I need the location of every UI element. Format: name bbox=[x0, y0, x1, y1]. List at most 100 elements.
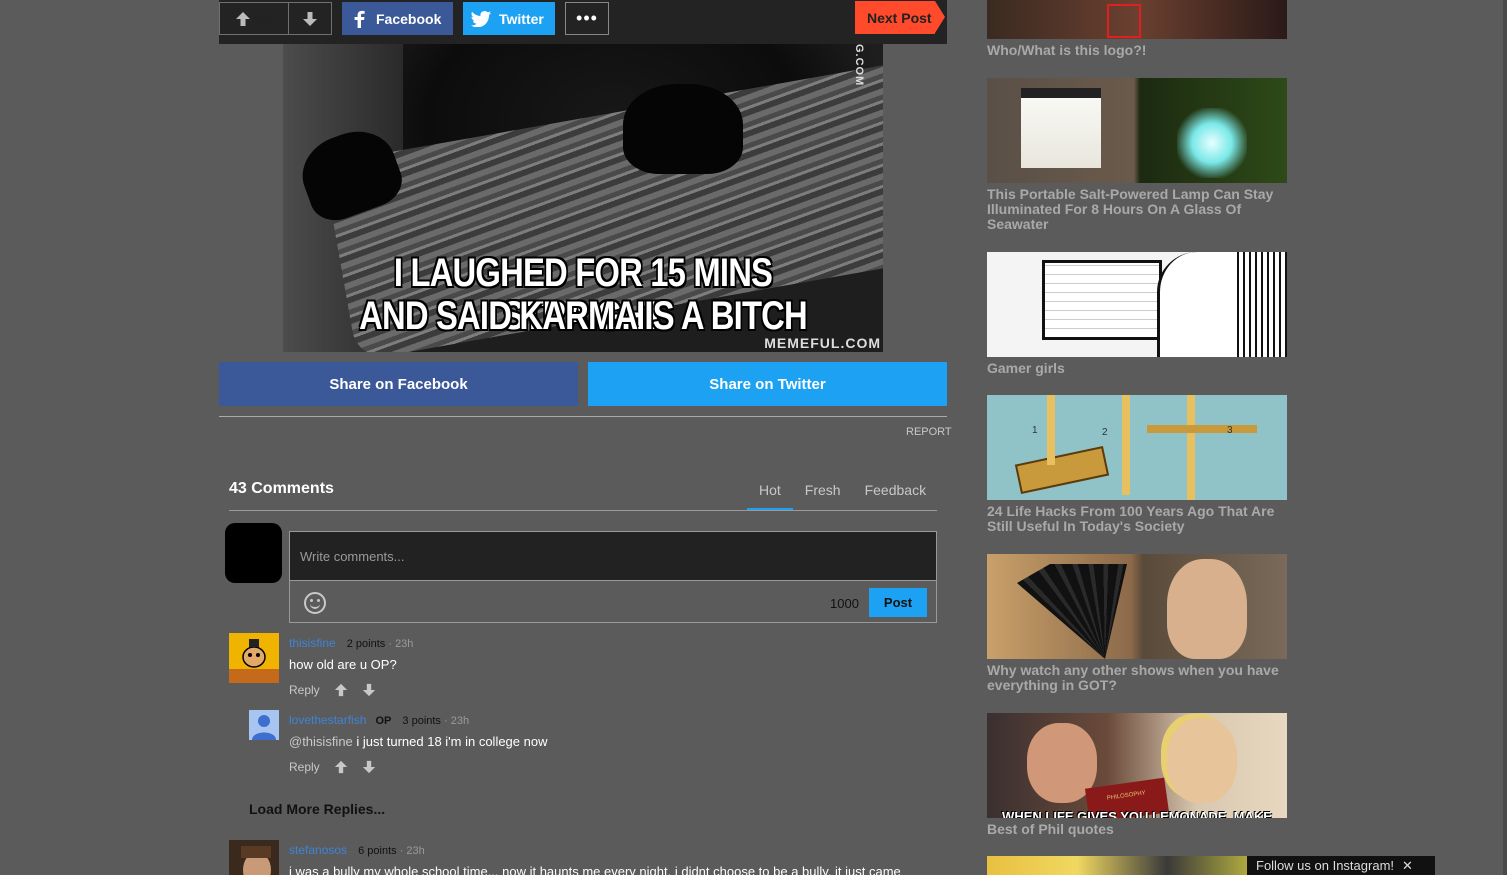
image-watermark: MEMEFUL.COM bbox=[764, 335, 881, 351]
post-comment-button[interactable]: Post bbox=[869, 588, 927, 617]
manga-girl bbox=[1157, 252, 1247, 357]
comment-sort-tabs: Hot Fresh Feedback bbox=[747, 470, 938, 510]
sidebar-thumbnail[interactable] bbox=[987, 78, 1287, 183]
knot-number: 3 bbox=[1227, 425, 1233, 436]
more-dots-icon: ••• bbox=[576, 8, 598, 28]
knot-log bbox=[1014, 445, 1110, 495]
actor-head bbox=[1167, 559, 1247, 659]
char-counter: 1000 bbox=[830, 596, 859, 611]
facebook-label: Facebook bbox=[376, 10, 442, 27]
comment-text: i was a bully my whole school time... no… bbox=[289, 864, 901, 875]
comment-meta: thisisfine 2 points · 23h bbox=[289, 636, 413, 650]
downvote-button[interactable] bbox=[289, 3, 331, 34]
comment-mention[interactable]: @thisisfine bbox=[289, 734, 353, 749]
comment-username[interactable]: stefanosos bbox=[289, 843, 347, 857]
sidebar-post-title[interactable]: Gamer girls bbox=[987, 361, 1287, 376]
next-post-button[interactable]: Next Post bbox=[855, 1, 945, 34]
sidebar-post[interactable]: 1 2 3 24 Life Hacks From 100 Years Ago T… bbox=[987, 395, 1287, 534]
sidebar-post[interactable]: Gamer girls bbox=[987, 252, 1287, 376]
lamp-image bbox=[1021, 88, 1101, 168]
comment-username[interactable]: lovethestarfish bbox=[289, 713, 366, 727]
reply-button[interactable]: Reply bbox=[289, 760, 320, 774]
instagram-follow-label: Follow us on Instagram! bbox=[1256, 858, 1395, 873]
lamp-glow bbox=[1177, 108, 1247, 178]
manga-stripes bbox=[1237, 252, 1287, 357]
current-user-avatar bbox=[225, 523, 282, 583]
sidebar-post[interactable]: PHILOSOPHY WHEN LIFE GIVES YOU LEMONADE,… bbox=[987, 713, 1287, 837]
comment-points: 2 points bbox=[346, 638, 386, 650]
comment-time: · 23h bbox=[399, 845, 425, 857]
sidebar-thumbnail[interactable] bbox=[987, 856, 1287, 875]
sidebar-post[interactable]: Why watch any other shows when you have … bbox=[987, 554, 1287, 693]
facebook-share-button[interactable]: Facebook bbox=[342, 2, 453, 35]
woman-head bbox=[1167, 718, 1237, 803]
report-link[interactable]: REPORT bbox=[906, 426, 952, 438]
comment-text: how old are u OP? bbox=[289, 657, 397, 672]
upvote-label: UP bbox=[254, 11, 274, 26]
tab-hot[interactable]: Hot bbox=[747, 470, 793, 510]
user-avatar[interactable] bbox=[229, 840, 279, 875]
sidebar-post-title[interactable]: Who/What is this logo?! bbox=[987, 43, 1287, 58]
emoji-icon[interactable] bbox=[304, 592, 326, 614]
sidebar-post-title[interactable]: 24 Life Hacks From 100 Years Ago That Ar… bbox=[987, 504, 1287, 534]
twitter-icon bbox=[471, 10, 491, 27]
arrow-up-icon bbox=[235, 11, 250, 26]
comment-time: · 23h bbox=[444, 715, 470, 727]
knot-rope-2 bbox=[1122, 395, 1130, 495]
sidebar-thumbnail[interactable] bbox=[987, 554, 1287, 659]
comment-input[interactable] bbox=[290, 532, 936, 581]
upvote-icon[interactable] bbox=[334, 760, 348, 774]
comment-body: i just turned 18 i'm in college now bbox=[352, 734, 548, 749]
logo-box bbox=[1107, 4, 1141, 38]
thumbnail-caption: WHEN LIFE GIVES YOU LEMONADE, MAKE bbox=[1002, 809, 1272, 818]
twitter-share-button[interactable]: Twitter bbox=[463, 2, 555, 35]
upvote-button[interactable]: UP bbox=[220, 3, 289, 34]
sidebar-thumbnail[interactable] bbox=[987, 0, 1287, 39]
twitter-label: Twitter bbox=[499, 10, 544, 27]
close-icon[interactable]: ✕ bbox=[1402, 858, 1413, 874]
sidebar-thumbnail[interactable] bbox=[987, 252, 1287, 357]
image-watermark-side: G.COM bbox=[853, 44, 865, 87]
user-avatar[interactable] bbox=[229, 633, 279, 683]
instagram-follow-bar[interactable]: Follow us on Instagram! ✕ bbox=[1247, 856, 1435, 875]
sidebar-post[interactable]: Who/What is this logo?! bbox=[987, 0, 1287, 58]
comment-actions: Reply bbox=[289, 683, 376, 697]
tab-fresh[interactable]: Fresh bbox=[793, 470, 853, 510]
op-badge: OP bbox=[375, 715, 392, 727]
comment-actions: Reply bbox=[289, 760, 376, 774]
next-post-label: Next Post bbox=[867, 9, 932, 26]
tab-feedback[interactable]: Feedback bbox=[853, 470, 938, 510]
arrow-down-icon bbox=[303, 11, 317, 26]
sidebar-post-title[interactable]: Why watch any other shows when you have … bbox=[987, 663, 1287, 693]
knot-rope-3 bbox=[1187, 395, 1195, 500]
reply-button[interactable]: Reply bbox=[289, 683, 320, 697]
knot-bar bbox=[1147, 425, 1257, 433]
fan-image bbox=[1017, 564, 1127, 659]
sidebar-post[interactable] bbox=[987, 856, 1287, 875]
comment-points: 6 points bbox=[358, 845, 397, 857]
comment-text: @thisisfine i just turned 18 i'm in coll… bbox=[289, 734, 547, 749]
sidebar-post-title[interactable]: This Portable Salt-Powered Lamp Can Stay… bbox=[987, 187, 1287, 232]
sidebar-thumbnail[interactable]: PHILOSOPHY WHEN LIFE GIVES YOU LEMONADE,… bbox=[987, 713, 1287, 818]
user-avatar[interactable] bbox=[249, 710, 279, 740]
load-more-replies-link[interactable]: Load More Replies... bbox=[249, 801, 385, 817]
comments-divider bbox=[229, 510, 937, 511]
share-twitter-button[interactable]: Share on Twitter bbox=[588, 362, 947, 406]
page-scrollbar[interactable] bbox=[1503, 0, 1507, 875]
sidebar-post[interactable]: This Portable Salt-Powered Lamp Can Stay… bbox=[987, 78, 1287, 232]
downvote-icon[interactable] bbox=[362, 683, 376, 697]
upvote-icon[interactable] bbox=[334, 683, 348, 697]
sidebar-thumbnail[interactable]: 1 2 3 bbox=[987, 395, 1287, 500]
sidebar-post-title[interactable]: Best of Phil quotes bbox=[987, 822, 1287, 837]
share-facebook-button[interactable]: Share on Facebook bbox=[219, 362, 578, 406]
post-image: G.COM I LAUGHED FOR 15 MINS STRAIGHT AND… bbox=[283, 44, 883, 352]
comment-time: · 23h bbox=[388, 638, 414, 650]
post-action-bar: UP Facebook Twitter ••• Next Post bbox=[219, 0, 947, 44]
image-claw-right bbox=[623, 84, 743, 174]
more-options-button[interactable]: ••• bbox=[565, 2, 609, 35]
comment-username[interactable]: thisisfine bbox=[289, 636, 336, 650]
meme-caption-bottom: AND SAID KARMA IS A BITCH bbox=[359, 294, 808, 338]
vote-group: UP bbox=[219, 2, 332, 35]
comment-points: 3 points bbox=[402, 715, 441, 727]
downvote-icon[interactable] bbox=[362, 760, 376, 774]
